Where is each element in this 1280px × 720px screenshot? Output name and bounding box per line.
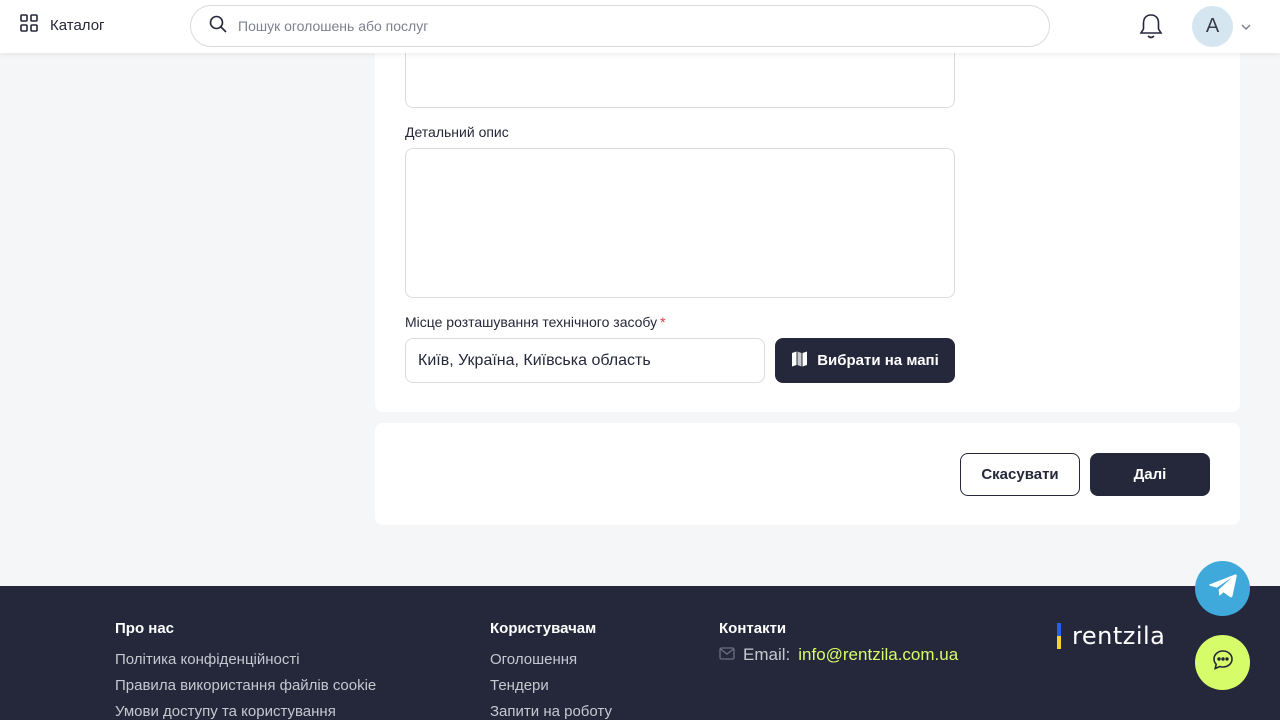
rentzila-logo[interactable]: rentzila (1057, 622, 1165, 650)
mail-icon (719, 645, 735, 665)
logo-flag-bar (1057, 623, 1061, 649)
email-row: Email: info@rentzila.com.ua (719, 645, 958, 665)
cancel-button[interactable]: Скасувати (960, 453, 1080, 496)
footer-contacts-title: Контакти (719, 620, 787, 637)
footer: Про нас Політика конфіденційності Правил… (0, 586, 1280, 720)
catalog-label: Каталог (50, 17, 105, 34)
footer-about-title: Про нас (115, 620, 175, 637)
choose-on-map-button[interactable]: Вибрати на мапі (775, 338, 955, 383)
footer-users-column: Користувачам Оголошення Тендери Запити н… (490, 620, 612, 720)
job-requests-link[interactable]: Запити на роботу (490, 699, 612, 720)
search-icon (209, 15, 227, 38)
telegram-icon (1208, 573, 1238, 604)
location-label: Місце розташування технічного засобу * (405, 314, 666, 330)
top-navbar: Каталог A (0, 0, 1280, 53)
avatar[interactable]: A (1192, 6, 1233, 47)
privacy-policy-link[interactable]: Політика конфіденційності (115, 647, 376, 673)
location-field[interactable]: Київ, Україна, Київська область (405, 338, 765, 383)
chat-bubble-icon (1212, 649, 1234, 676)
next-button[interactable]: Далі (1090, 453, 1210, 496)
detail-description-label: Детальний опис (405, 124, 509, 140)
choose-on-map-label: Вибрати на мапі (817, 352, 939, 369)
logo-text: rentzila (1072, 622, 1166, 650)
detail-description-textarea[interactable] (405, 148, 955, 298)
search-bar (190, 5, 1050, 47)
location-label-text: Місце розташування технічного засобу (405, 314, 658, 330)
email-label: Email: (743, 645, 791, 664)
telegram-button[interactable] (1195, 561, 1250, 616)
footer-users-title: Користувачам (490, 620, 597, 637)
cookie-policy-link[interactable]: Правила використання файлів cookie (115, 673, 376, 699)
tenders-link[interactable]: Тендери (490, 673, 612, 699)
grid-icon (20, 14, 38, 37)
chevron-down-icon[interactable] (1240, 20, 1252, 38)
search-input[interactable] (238, 18, 998, 34)
avatar-letter: A (1205, 15, 1220, 37)
footer-about-column: Про нас Політика конфіденційності Правил… (115, 620, 376, 720)
map-icon (791, 350, 808, 371)
bell-icon[interactable] (1139, 13, 1163, 45)
terms-link[interactable]: Умови доступу та користування (115, 699, 376, 720)
required-mark: * (660, 314, 666, 330)
email-link[interactable]: info@rentzila.com.ua (798, 645, 958, 665)
listings-link[interactable]: Оголошення (490, 647, 612, 673)
catalog-button[interactable]: Каталог (20, 14, 105, 37)
chat-button[interactable] (1195, 635, 1250, 690)
location-value: Київ, Україна, Київська область (418, 351, 651, 369)
footer-contacts-column: Контакти Email: info@rentzila.com.ua (719, 620, 958, 665)
